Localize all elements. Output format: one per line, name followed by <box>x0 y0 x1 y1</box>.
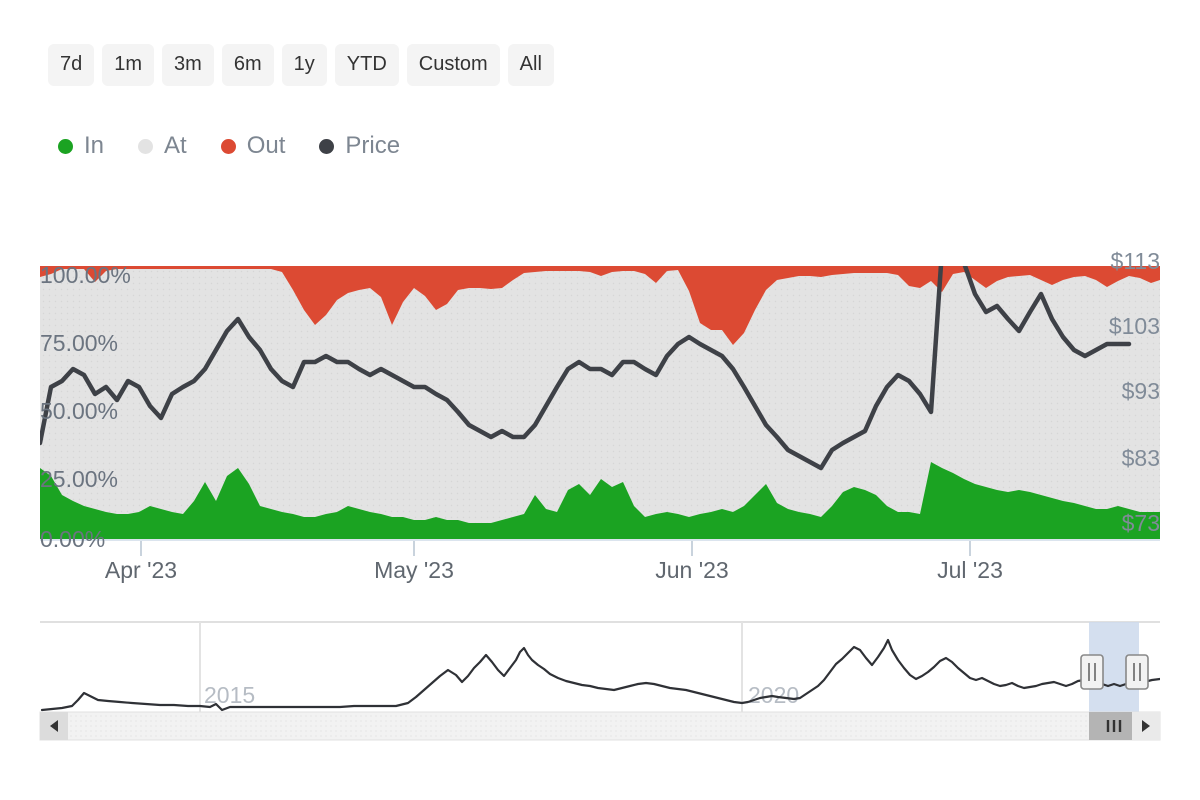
x-axis-tick: Jun '23 <box>655 557 728 583</box>
navigator[interactable]: 2015 2020 <box>40 622 1160 740</box>
x-axis: Apr '23 May '23 Jun '23 Jul '23 <box>105 557 1003 583</box>
y-axis-left-tick: 75.00% <box>40 330 118 356</box>
navigator-handle-right[interactable] <box>1126 655 1148 689</box>
x-axis-tick: Jul '23 <box>937 557 1003 583</box>
x-axis-tick: May '23 <box>374 557 454 583</box>
y-axis-left-tick: 100.00% <box>40 262 131 288</box>
chart-container: 100.00% 75.00% 50.00% 25.00% 0.00% $113 … <box>0 0 1200 800</box>
y-axis-left-tick: 25.00% <box>40 466 118 492</box>
navigator-year-label: 2015 <box>204 682 255 708</box>
scroll-left-arrow-icon[interactable] <box>40 712 68 740</box>
y-axis-right-tick: $73 <box>1122 510 1160 536</box>
chart-svg: 100.00% 75.00% 50.00% 25.00% 0.00% $113 … <box>0 0 1200 800</box>
navigator-handle-left[interactable] <box>1081 655 1103 689</box>
y-axis-left-tick: 50.00% <box>40 398 118 424</box>
y-axis-right-tick: $83 <box>1122 445 1160 471</box>
navigator-year-label: 2020 <box>748 682 799 708</box>
x-axis-ticks <box>40 540 1160 556</box>
y-axis-right-tick: $113 <box>1111 248 1160 274</box>
scroll-right-arrow-icon[interactable] <box>1132 712 1160 740</box>
navigator-scrollbar[interactable] <box>40 712 1160 740</box>
y-axis-left-tick: 0.00% <box>40 526 105 552</box>
x-axis-tick: Apr '23 <box>105 557 177 583</box>
y-axis-right-tick: $93 <box>1122 378 1160 404</box>
y-axis-right-tick: $103 <box>1109 313 1160 339</box>
